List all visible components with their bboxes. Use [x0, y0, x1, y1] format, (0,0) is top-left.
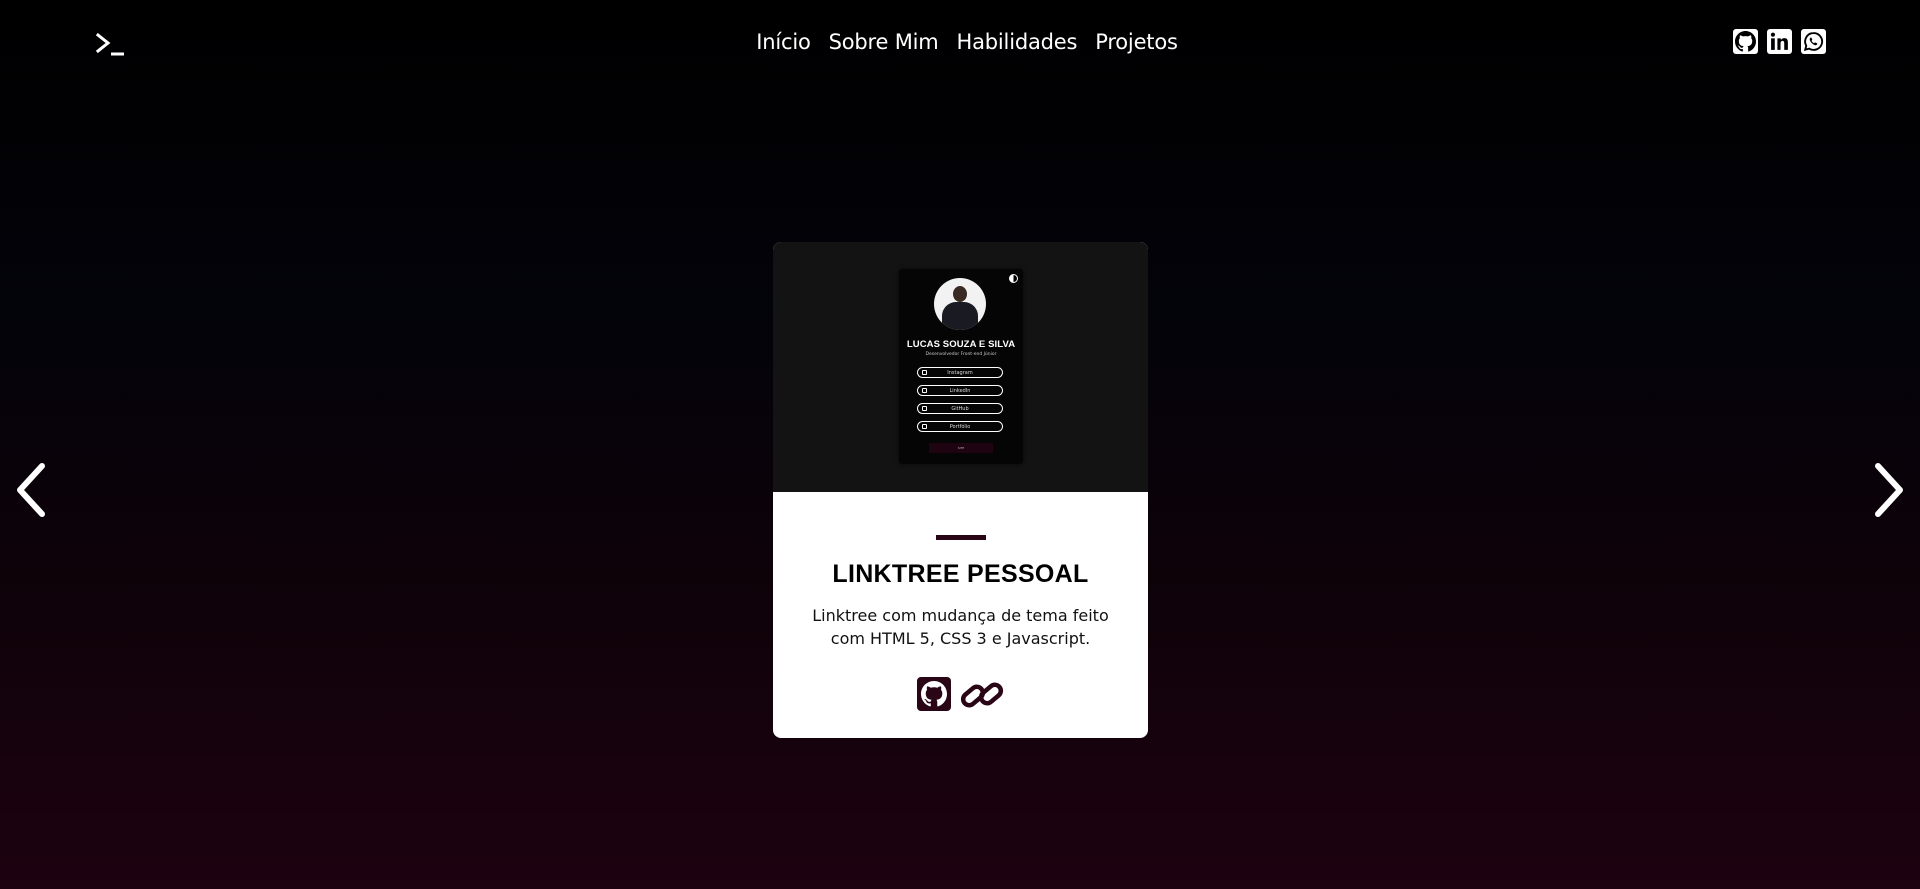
project-thumbnail: LUCAS SOUZA E SILVA Desenvolvedor Front-… — [773, 242, 1148, 492]
carousel-next-button[interactable] — [1868, 460, 1908, 520]
project-title: LINKTREE PESSOAL — [832, 560, 1089, 588]
project-description: Linktree com mudança de tema feito com H… — [812, 606, 1109, 648]
linkedin-icon — [1770, 32, 1788, 50]
chevron-left-icon — [17, 463, 45, 517]
project-github-button[interactable] — [916, 677, 951, 711]
project-links — [773, 677, 1148, 713]
nav-projetos[interactable]: Projetos — [1095, 26, 1178, 58]
linkedin-icon — [922, 388, 927, 393]
whatsapp-link[interactable] — [1801, 29, 1826, 54]
preview-button-linkedin: LinkedIn — [917, 385, 1003, 396]
preview-subtitle: Desenvolvedor Front-end Júnior — [925, 352, 997, 357]
theme-toggle-icon — [1009, 274, 1018, 283]
globe-icon — [922, 424, 927, 429]
carousel-prev-button[interactable] — [12, 460, 52, 520]
project-card: LUCAS SOUZA E SILVA Desenvolvedor Front-… — [773, 242, 1148, 738]
project-info: LINKTREE PESSOAL Linktree com mudança de… — [773, 492, 1148, 713]
avatar — [934, 278, 986, 330]
github-icon — [922, 406, 927, 411]
whatsapp-icon — [1803, 32, 1824, 52]
main-nav: Início Sobre Mim Habilidades Projetos — [0, 26, 1920, 58]
preview-name: LUCAS SOUZA E SILVA — [906, 339, 1016, 350]
github-icon — [920, 681, 947, 707]
nav-sobre-mim[interactable]: Sobre Mim — [829, 26, 939, 58]
preview-phone: LUCAS SOUZA E SILVA Desenvolvedor Front-… — [899, 269, 1023, 464]
github-icon — [1735, 31, 1756, 52]
linkedin-link[interactable] — [1767, 29, 1792, 54]
nav-inicio[interactable]: Início — [756, 26, 811, 58]
project-link-button[interactable] — [959, 677, 1005, 713]
terminal-icon — [95, 32, 124, 56]
chevron-right-icon — [1875, 463, 1903, 517]
github-link[interactable] — [1733, 29, 1758, 54]
preview-button-portfolio: Portfólio — [917, 421, 1003, 432]
preview-footer: SITE — [929, 443, 993, 453]
logo[interactable] — [95, 32, 128, 58]
preview-button-github: GitHub — [917, 403, 1003, 414]
social-links — [1733, 29, 1826, 54]
preview-button-instagram: Instagram — [917, 367, 1003, 378]
nav-habilidades[interactable]: Habilidades — [957, 26, 1078, 58]
link-icon — [960, 682, 1003, 708]
accent-bar — [935, 535, 986, 540]
instagram-icon — [922, 370, 927, 375]
